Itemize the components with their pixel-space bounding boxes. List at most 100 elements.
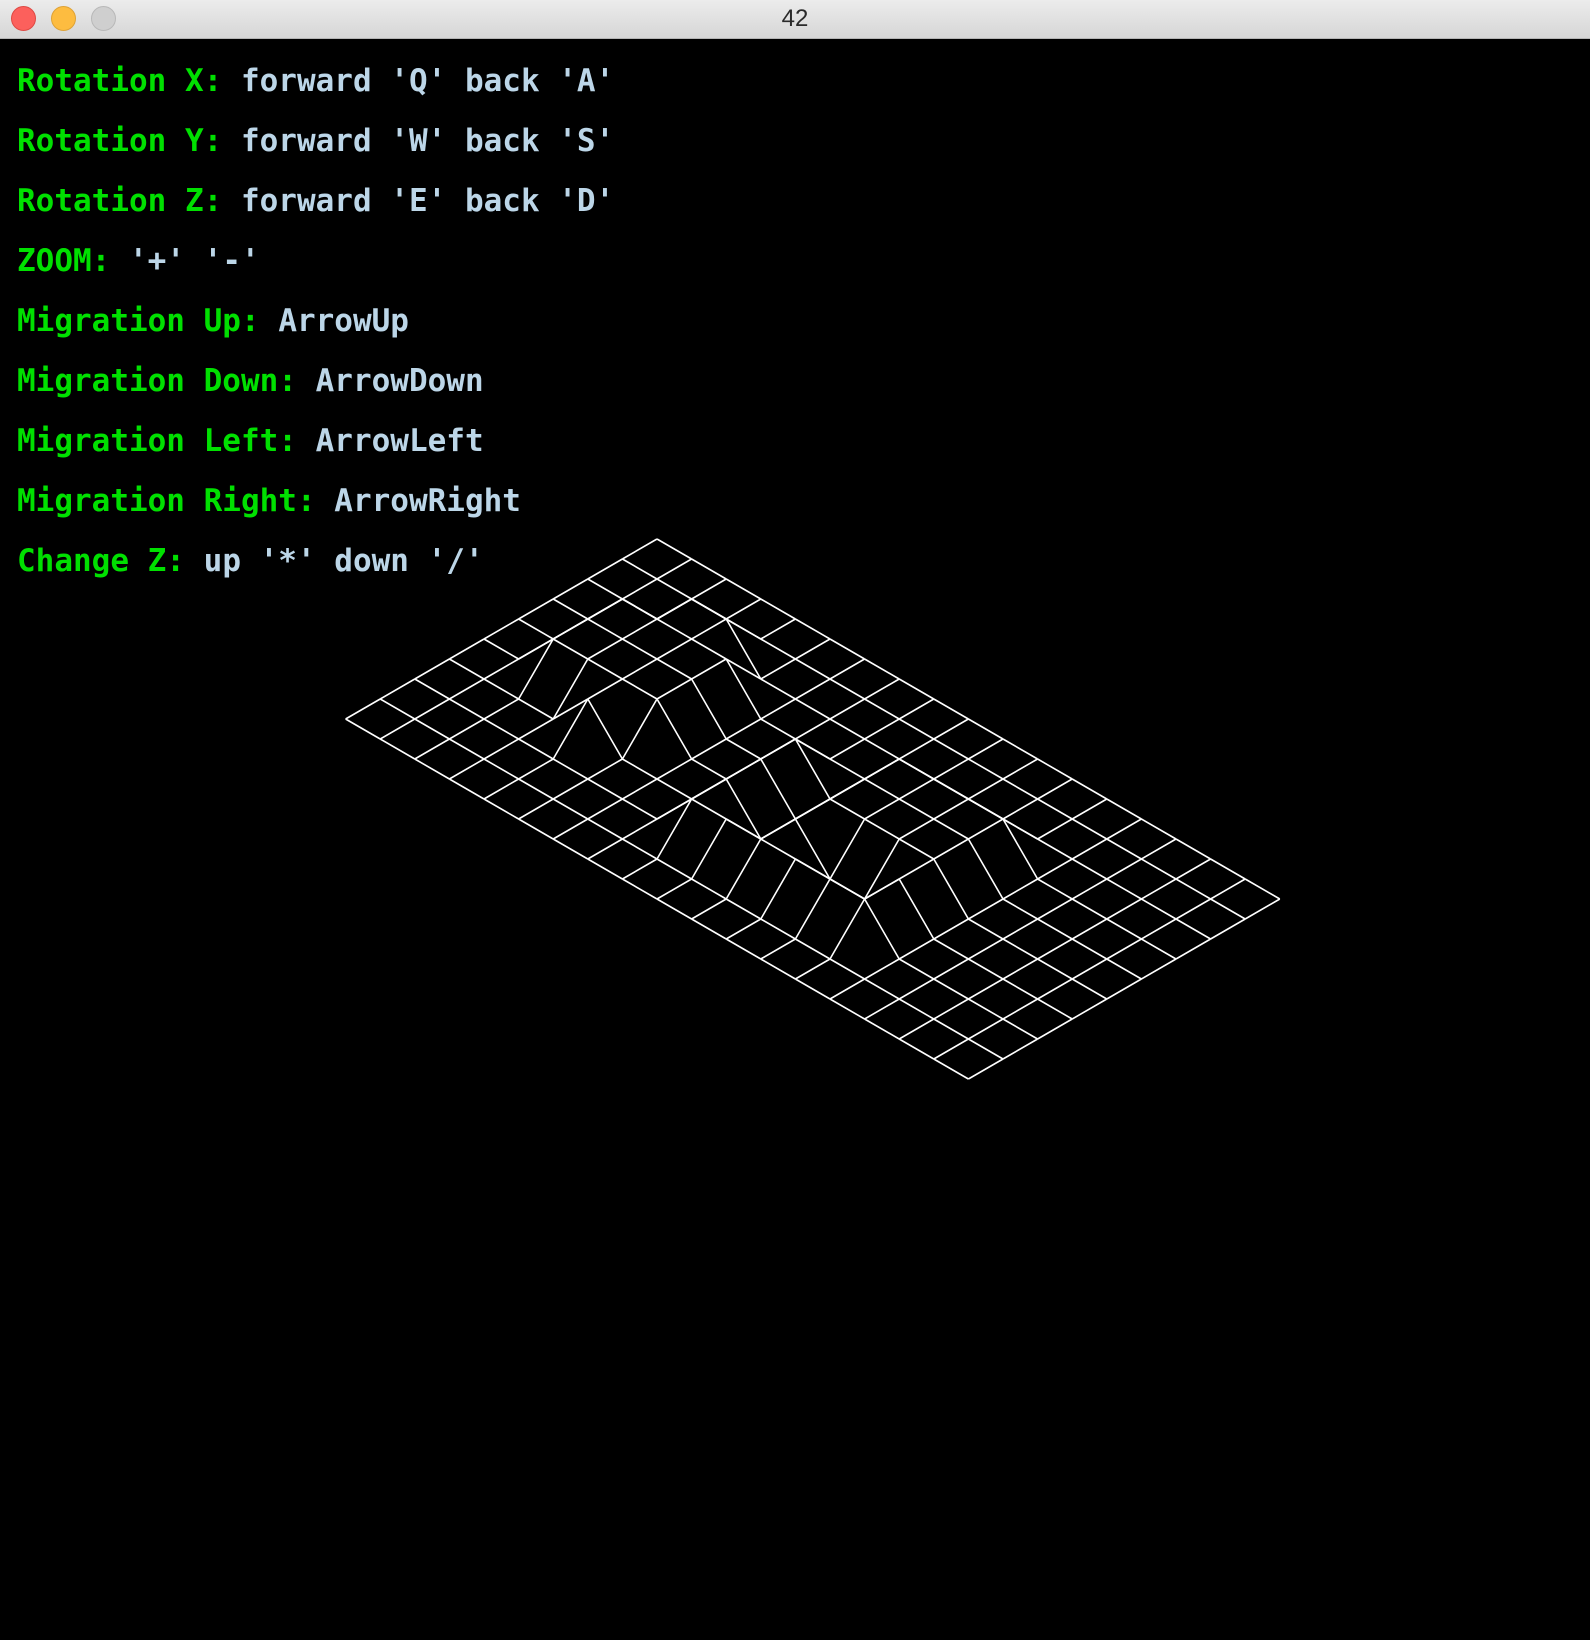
- mesh-edge: [552, 598, 589, 620]
- mesh-edge: [656, 678, 693, 700]
- mesh-edge: [1002, 878, 1039, 900]
- mesh-edge: [1175, 878, 1212, 900]
- mesh-edge: [967, 718, 1004, 740]
- mesh-edge: [725, 658, 762, 720]
- control-key: Migration Right:: [17, 483, 316, 519]
- mesh-edge: [621, 558, 658, 580]
- mesh-edge: [656, 638, 693, 660]
- mesh-edge: [483, 718, 520, 740]
- mesh-edge: [829, 958, 866, 980]
- mesh-edge: [414, 758, 450, 780]
- mesh-edge: [1175, 858, 1212, 880]
- mesh-edge: [760, 858, 797, 920]
- mesh-edge: [345, 698, 381, 720]
- control-value: ArrowLeft: [315, 423, 484, 459]
- mesh-edge: [864, 698, 900, 720]
- mesh-edge: [1140, 918, 1177, 940]
- mesh-edge: [517, 638, 554, 700]
- control-line-migration-right: Migration Right: ArrowRight: [17, 477, 614, 537]
- mesh-edge: [656, 798, 693, 860]
- control-value: ArrowDown: [315, 363, 484, 399]
- mesh-edge: [1071, 958, 1108, 980]
- mesh-edge: [760, 618, 796, 640]
- mesh-edge: [898, 818, 935, 840]
- control-key: Change Z:: [17, 543, 185, 579]
- mesh-edge: [760, 598, 796, 620]
- mesh-edge: [1175, 898, 1212, 920]
- mesh-edge: [552, 638, 589, 660]
- mesh-edge: [967, 798, 1004, 820]
- mesh-edge: [621, 818, 658, 840]
- mesh-edge: [414, 658, 450, 680]
- mesh-edge: [829, 698, 866, 720]
- mesh-edge: [967, 918, 1004, 940]
- mesh-edge: [621, 798, 658, 820]
- mesh-edge: [691, 778, 727, 800]
- mesh-edge: [552, 818, 589, 840]
- mesh-edge: [794, 738, 831, 800]
- mesh-edge: [829, 898, 866, 960]
- controls-help: Rotation X: forward 'Q' back 'A' Rotatio…: [17, 57, 614, 597]
- mesh-edge: [898, 758, 935, 780]
- mesh-edge: [518, 598, 554, 620]
- mesh-edge: [1106, 878, 1142, 900]
- control-value: up '*' down '/': [203, 543, 484, 579]
- mesh-edge: [933, 758, 969, 780]
- mesh-edge: [898, 878, 935, 940]
- mesh-edge: [1106, 798, 1142, 820]
- mesh-edge: [1175, 918, 1212, 940]
- mesh-edge: [829, 818, 866, 880]
- mesh-edge: [1071, 898, 1108, 920]
- mesh-edge: [621, 758, 658, 780]
- mesh-edge: [794, 658, 831, 680]
- mesh-edge: [898, 678, 935, 700]
- render-canvas[interactable]: Rotation X: forward 'Q' back 'A' Rotatio…: [0, 39, 1590, 1640]
- mesh-edge: [1037, 998, 1073, 1020]
- mesh-edge: [587, 818, 623, 840]
- mesh-edge: [691, 578, 727, 600]
- mesh-edge: [691, 638, 727, 660]
- mesh-edge: [656, 538, 693, 560]
- mesh-edge: [967, 898, 1004, 920]
- mesh-edge: [379, 738, 416, 760]
- title-bar[interactable]: 42: [0, 0, 1590, 39]
- mesh-edge: [864, 978, 900, 1000]
- control-key: Migration Left:: [17, 423, 297, 459]
- mesh-edge: [690, 678, 727, 740]
- mesh-edge: [414, 698, 450, 720]
- mesh-edge: [1037, 818, 1073, 840]
- mesh-edge: [552, 838, 589, 860]
- mesh-edge: [587, 838, 623, 860]
- mesh-edge: [829, 798, 866, 820]
- mesh-edge: [898, 998, 935, 1020]
- control-value: '+' '-': [129, 243, 260, 279]
- mesh-edge: [1071, 838, 1108, 860]
- mesh-edge: [967, 738, 1004, 760]
- mesh-edge: [1037, 778, 1073, 800]
- control-key: ZOOM:: [17, 243, 111, 279]
- mesh-edge: [933, 798, 969, 820]
- mesh-edge: [656, 898, 693, 920]
- mesh-edge: [1140, 958, 1177, 980]
- mesh-edge: [829, 758, 866, 780]
- mesh-edge: [933, 838, 969, 860]
- mesh-edge: [552, 758, 589, 780]
- mesh-edge: [518, 818, 554, 840]
- mesh-edge: [864, 678, 900, 700]
- mesh-edge: [483, 638, 520, 660]
- mesh-edge: [1002, 938, 1039, 960]
- mesh-edge: [621, 598, 658, 620]
- mesh-edge: [725, 938, 762, 960]
- mesh-edge: [760, 758, 797, 820]
- mesh-edge: [863, 838, 900, 900]
- mesh-edge: [794, 818, 831, 880]
- mesh-edge: [587, 638, 623, 660]
- mesh-edge: [760, 718, 796, 740]
- mesh-edge: [1037, 918, 1073, 940]
- mesh-edge: [691, 598, 727, 620]
- mesh-edge: [1140, 838, 1177, 860]
- mesh-edge: [864, 758, 900, 780]
- mesh-edge: [967, 998, 1004, 1020]
- control-line-zoom: ZOOM: '+' '-': [17, 237, 614, 297]
- mesh-edge: [1140, 878, 1177, 900]
